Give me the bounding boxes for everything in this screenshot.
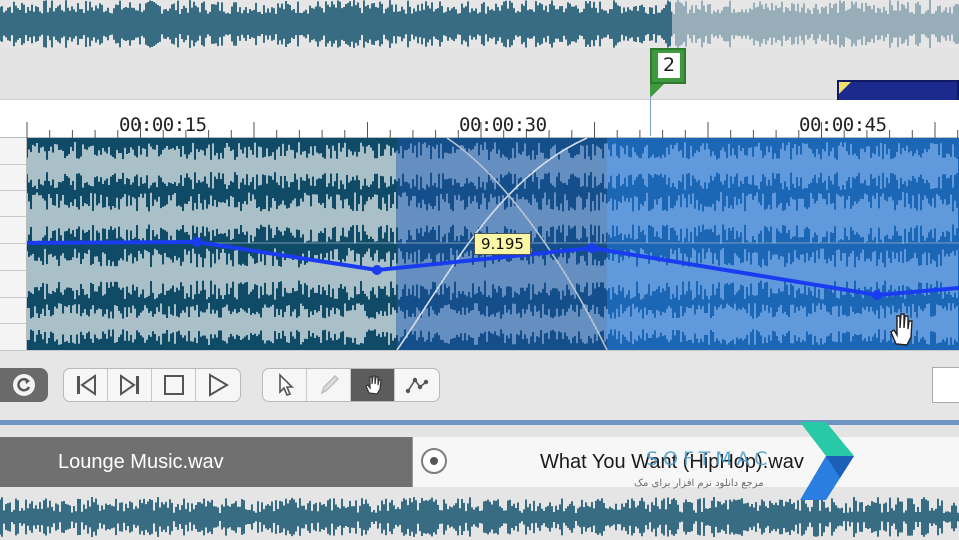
rewind-to-start-button[interactable] bbox=[64, 369, 108, 401]
envelope-tool-button[interactable] bbox=[395, 369, 439, 401]
region-marker[interactable] bbox=[837, 80, 959, 102]
audio-editor-window: 2 00:00:15 00:00:30 00:00:45 9.195 Loung… bbox=[0, 0, 959, 540]
watermark-tagline: مرجع دانلود نرم افزار برای مک bbox=[634, 478, 764, 489]
marker-flag-tail bbox=[650, 84, 664, 98]
marker-number: 2 bbox=[658, 53, 680, 78]
skip-start-icon bbox=[76, 374, 96, 396]
play-button[interactable] bbox=[196, 369, 240, 401]
marker-line bbox=[650, 96, 651, 136]
overview-waveform[interactable] bbox=[0, 0, 959, 48]
ruler-label-45s: 00:00:45 bbox=[799, 114, 887, 136]
transport-controls bbox=[63, 368, 241, 402]
pencil-icon bbox=[320, 375, 339, 395]
loop-icon bbox=[13, 374, 35, 396]
edit-tools bbox=[262, 368, 440, 402]
play-icon bbox=[209, 373, 229, 397]
watermark-brand: SOFTMAC bbox=[646, 448, 773, 470]
region-start-handle[interactable] bbox=[839, 82, 851, 94]
pencil-tool-button[interactable] bbox=[307, 369, 351, 401]
hand-cursor-icon bbox=[890, 313, 913, 346]
envelope-value-tooltip: 9.195 bbox=[474, 233, 531, 255]
marker-band[interactable] bbox=[0, 48, 959, 100]
stop-icon bbox=[163, 375, 184, 395]
hand-tool-button[interactable] bbox=[351, 369, 395, 401]
track-scale bbox=[0, 138, 27, 350]
clip-title: Lounge Music.wav bbox=[58, 451, 224, 473]
envelope-points-icon bbox=[405, 377, 429, 394]
clip-header-lounge-music[interactable]: Lounge Music.wav bbox=[0, 437, 412, 487]
ruler-label-15s: 00:00:15 bbox=[119, 114, 207, 136]
arrow-tool-button[interactable] bbox=[263, 369, 307, 401]
clip-select-radio[interactable] bbox=[421, 448, 447, 474]
time-ruler[interactable]: 00:00:15 00:00:30 00:00:45 bbox=[0, 100, 959, 138]
ruler-label-30s: 00:00:30 bbox=[459, 114, 547, 136]
go-to-end-button[interactable] bbox=[108, 369, 152, 401]
softmac-logo-icon bbox=[800, 422, 854, 500]
hand-icon bbox=[364, 375, 382, 395]
arrow-cursor-icon bbox=[278, 373, 294, 396]
loop-button[interactable] bbox=[0, 368, 48, 402]
skip-end-icon bbox=[119, 374, 139, 396]
watermark: SOFTMAC مرجع دانلود نرم افزار برای مک bbox=[630, 408, 959, 508]
time-display-field[interactable] bbox=[932, 367, 959, 403]
stop-button[interactable] bbox=[152, 369, 196, 401]
